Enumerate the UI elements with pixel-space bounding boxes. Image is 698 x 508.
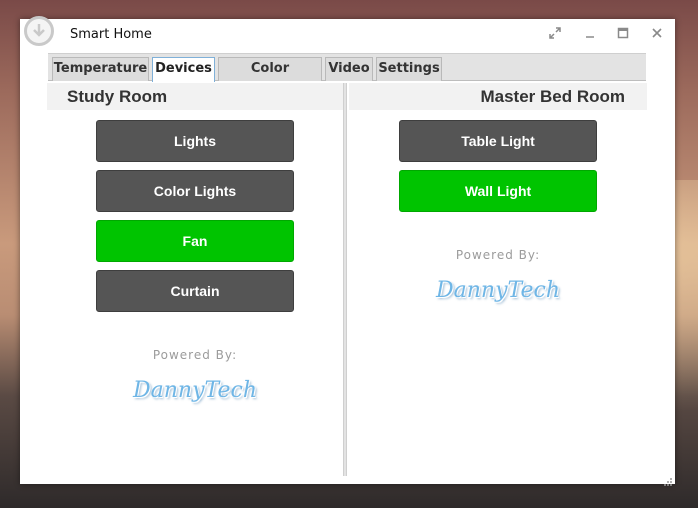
tab-settings[interactable]: Settings xyxy=(376,57,442,81)
close-icon[interactable] xyxy=(647,25,667,45)
panel-title-master-bed-room: Master Bed Room xyxy=(349,83,647,110)
panel-divider[interactable] xyxy=(343,83,347,476)
minimize-icon[interactable] xyxy=(580,25,600,45)
app-window: Smart Home Temperature Devices Color Cho… xyxy=(20,16,675,486)
title-bar[interactable]: Smart Home xyxy=(20,16,675,51)
resize-grip-icon[interactable] xyxy=(663,472,673,486)
expand-icon[interactable] xyxy=(545,25,565,45)
tab-color-chooser[interactable]: Color Chooser xyxy=(218,57,322,98)
device-button-wall-light[interactable]: Wall Light xyxy=(399,170,597,212)
company-logo: DannyTech xyxy=(133,378,257,403)
device-button-color-lights[interactable]: Color Lights xyxy=(96,170,294,212)
download-circle-icon xyxy=(24,16,54,46)
device-button-fan[interactable]: Fan xyxy=(96,220,294,262)
tab-devices[interactable]: Devices xyxy=(152,57,215,82)
device-button-curtain[interactable]: Curtain xyxy=(96,270,294,312)
device-button-table-light[interactable]: Table Light xyxy=(399,120,597,162)
tab-video[interactable]: Video xyxy=(325,57,373,81)
tab-bar: Temperature Devices Color Chooser Video … xyxy=(48,53,646,98)
maximize-icon[interactable] xyxy=(613,25,633,45)
panel-title-study-room: Study Room xyxy=(47,83,343,110)
device-button-lights[interactable]: Lights xyxy=(96,120,294,162)
tab-temperature[interactable]: Temperature xyxy=(52,57,149,81)
powered-by-label: Powered By: xyxy=(455,248,541,262)
window-title: Smart Home xyxy=(70,27,152,42)
company-logo: DannyTech xyxy=(436,278,560,303)
powered-by-label: Powered By: xyxy=(152,348,238,362)
